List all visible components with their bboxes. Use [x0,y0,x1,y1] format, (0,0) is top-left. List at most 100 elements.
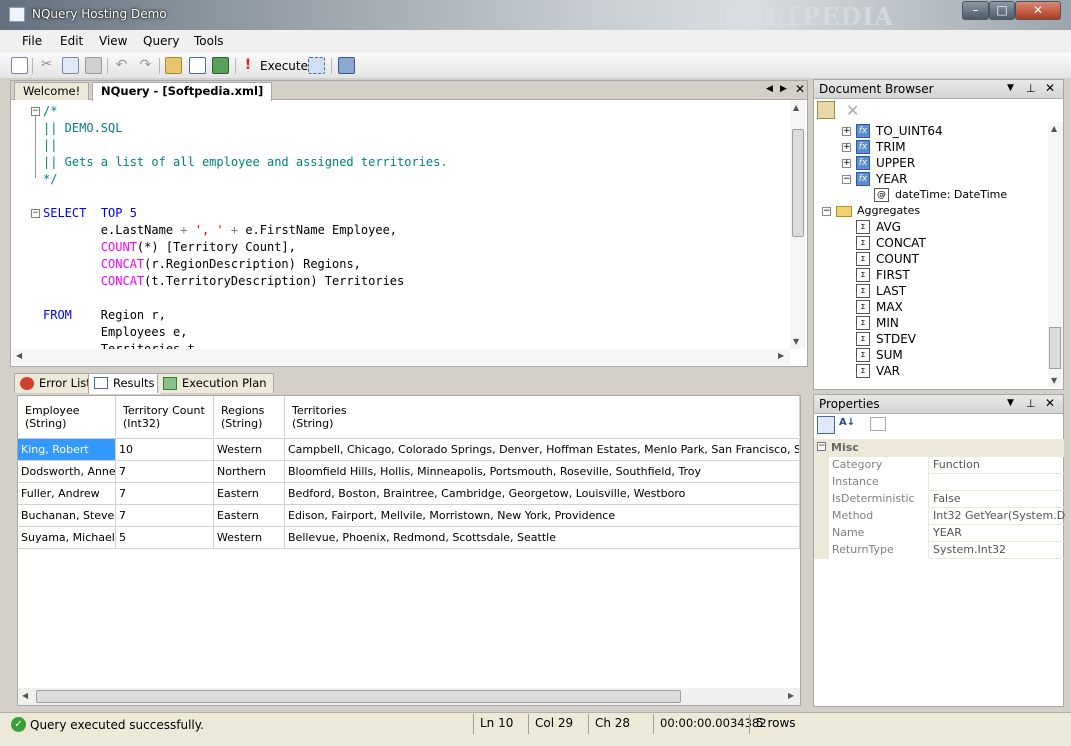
redo-icon[interactable]: ↷ [137,57,154,74]
table-cell[interactable]: Edison, Fairport, Mellvile, Morristown, … [285,505,800,526]
panel-menu-icon[interactable]: ▼ [1007,398,1014,408]
property-value[interactable]: YEAR [930,525,1065,542]
table-cell[interactable]: Dodsworth, Anne [18,461,116,482]
expand-toggle-icon[interactable]: + [842,159,851,168]
tree-aggregate-item[interactable]: COUNT [876,252,919,266]
tree-parameter-item[interactable]: dateTime: DateTime [895,188,1007,201]
table-cell[interactable]: Eastern [214,483,285,504]
tab-close-icon[interactable]: ✕ [795,82,805,96]
panel-close-icon[interactable]: ✕ [1045,81,1055,95]
export-icon[interactable] [212,57,229,74]
cut-icon[interactable]: ✂ [38,57,55,74]
tree-vertical-scrollbar[interactable]: ▲ ▼ [1048,122,1063,388]
tab-nquery[interactable]: NQuery - [Softpedia.xml] [92,82,273,101]
pin-icon[interactable]: ⊥ [1026,397,1036,410]
property-row[interactable]: MethodInt32 GetYear(System.Date [814,508,1065,525]
table-cell[interactable]: Fuller, Andrew [18,483,116,504]
execute-button[interactable]: Execute [260,59,308,73]
table-cell[interactable]: Northern [214,461,285,482]
column-header[interactable]: Employee (String) [18,396,116,437]
table-cell[interactable]: Buchanan, Steven [18,505,116,526]
table-cell[interactable]: 7 [116,483,214,504]
table-row[interactable]: Suyama, Michael 5 Western Bellevue, Phoenix… [18,526,800,548]
menu-file[interactable]: File [22,34,42,48]
tab-results[interactable]: Results [88,373,162,394]
property-value[interactable]: System.Int32 [930,542,1065,559]
table-row[interactable]: Fuller, Andrew 7 Eastern Bedford, Boston, B… [18,482,800,504]
collapse-icon[interactable]: − [817,442,826,451]
load-icon[interactable] [165,57,182,74]
property-pages-icon[interactable] [870,417,886,431]
tree-function-item[interactable]: TRIM [876,140,906,154]
sql-editor[interactable]: /* − || DEMO.SQL || || Gets a list of all em… [12,101,788,349]
category-misc[interactable]: − Misc [814,439,1064,457]
copy-icon[interactable] [62,57,79,74]
table-row[interactable]: Dodsworth, Anne 7 Northern Bloomfield Hills… [18,460,800,482]
property-row[interactable]: Name YEAR [814,525,1064,542]
undo-icon[interactable]: ↶ [113,57,130,74]
table-cell[interactable]: 7 [116,461,214,482]
tree-aggregate-item[interactable]: LAST [876,284,906,298]
menu-edit[interactable]: Edit [60,34,83,48]
tree-aggregate-item[interactable]: VAR [876,364,900,378]
tab-scroll-left-icon[interactable]: ◀ [766,84,773,94]
grid-icon[interactable] [338,57,355,74]
paste-icon[interactable] [85,57,102,74]
property-value[interactable]: False [930,491,1065,508]
table-cell[interactable]: Suyama, Michael [18,527,116,548]
fold-toggle-icon[interactable]: − [31,209,40,218]
menu-query[interactable]: Query [143,34,179,48]
grid-horizontal-scrollbar[interactable]: ◀ ▶ [18,688,800,705]
list-icon[interactable] [189,57,206,74]
pin-icon[interactable]: ⊥ [1026,82,1036,95]
menu-tools[interactable]: Tools [194,34,224,48]
menu-view[interactable]: View [99,34,127,48]
explain-icon[interactable] [308,57,325,74]
column-header[interactable]: Territories (String) [285,396,800,437]
tab-execution-plan[interactable]: Execution Plan [157,373,274,393]
tree-aggregate-item[interactable]: MIN [876,316,899,330]
tree-aggregate-item[interactable]: SUM [876,348,903,362]
remove-icon[interactable]: ✕ [846,101,859,120]
fold-toggle-icon[interactable]: − [31,107,40,116]
tree-function-item[interactable]: UPPER [876,156,915,170]
property-value[interactable] [930,474,1065,491]
results-grid[interactable]: Employee (String) Territory Count (Int32) Re… [17,395,801,706]
alphabetical-icon[interactable]: A↓ [839,417,855,428]
table-cell[interactable]: 10 [116,439,214,460]
panel-menu-icon[interactable]: ▼ [1007,83,1014,93]
table-cell[interactable]: Western [214,439,285,460]
column-header[interactable]: Territory Count (Int32) [116,396,214,437]
panel-close-icon[interactable]: ✕ [1045,396,1055,410]
property-row[interactable]: IsDeterministic False [814,491,1064,508]
table-cell[interactable]: Bloomfield Hills, Hollis, Minneapolis, P… [285,461,800,482]
tree-aggregate-item[interactable]: MAX [876,300,903,314]
table-cell[interactable]: Campbell, Chicago, Colorado Springs, Den… [285,439,800,460]
tree-function-item[interactable]: TO_UINT64 [876,124,943,138]
tree-aggregate-item[interactable]: STDEV [876,332,916,346]
table-cell[interactable]: 7 [116,505,214,526]
close-button[interactable]: ✕ [1015,1,1061,20]
property-row[interactable]: Instance [814,474,1064,491]
table-cell[interactable]: Bedford, Boston, Braintree, Cambridge, G… [285,483,800,504]
property-value[interactable]: Int32 GetYear(System.Date [930,508,1065,525]
table-cell[interactable]: King, Robert [18,439,116,460]
table-cell[interactable]: Eastern [214,505,285,526]
add-reference-icon[interactable] [817,101,835,119]
expand-toggle-icon[interactable]: + [842,127,851,136]
tab-scroll-right-icon[interactable]: ▶ [780,84,787,94]
table-row[interactable]: Buchanan, Steven 7 Eastern Edison, Fairport… [18,504,800,526]
expand-toggle-icon[interactable]: − [842,175,851,184]
categorized-icon[interactable] [817,416,835,434]
tab-error-list[interactable]: Error List [14,373,98,393]
new-file-icon[interactable] [11,57,28,74]
tree-aggregate-item[interactable]: CONCAT [876,236,926,250]
property-value[interactable]: Function [930,457,1065,474]
tree-function-item[interactable]: YEAR [876,172,907,186]
editor-vertical-scrollbar[interactable]: ▲ ▼ [790,101,806,349]
tab-welcome[interactable]: Welcome! [14,82,90,100]
column-header[interactable]: Regions (String) [214,396,285,437]
title-bar[interactable]: NQuery Hosting Demo SOFTPEDIA – □ ✕ [0,0,1071,31]
expand-toggle-icon[interactable]: + [842,143,851,152]
property-row[interactable]: ReturnType System.Int32 [814,542,1064,559]
